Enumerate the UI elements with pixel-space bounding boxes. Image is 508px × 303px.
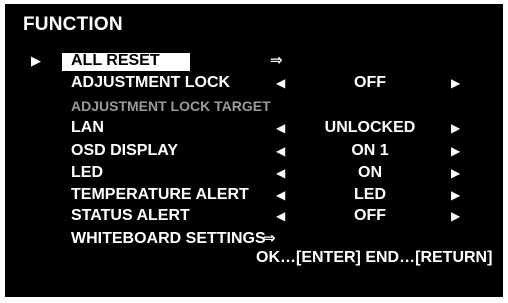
left-arrow-icon[interactable]: ◀ xyxy=(276,73,285,93)
right-arrow-icon[interactable]: ▶ xyxy=(451,141,460,161)
selection-cursor-icon: ▶ xyxy=(31,53,41,68)
menu-item-lan[interactable]: LAN ◀ UNLOCKED ▶ xyxy=(5,118,503,138)
menu-item-value: ON 1 xyxy=(351,142,389,159)
left-arrow-icon[interactable]: ◀ xyxy=(276,206,285,226)
menu-item-osd-display[interactable]: OSD DISPLAY ◀ ON 1 ▶ xyxy=(5,141,503,161)
menu-item-value: UNLOCKED xyxy=(324,119,416,136)
right-arrow-icon[interactable]: ▶ xyxy=(451,185,460,205)
menu-item-label: WHITEBOARD SETTINGS xyxy=(71,230,266,247)
right-arrow-icon[interactable]: ▶ xyxy=(451,163,460,183)
menu-item-adjustment-lock[interactable]: ADJUSTMENT LOCK ◀ OFF ▶ xyxy=(5,73,503,93)
menu-item-label: LED xyxy=(71,164,103,181)
menu-item-label: ADJUSTMENT LOCK xyxy=(71,74,231,91)
right-arrow-icon[interactable]: ▶ xyxy=(451,118,460,138)
menu-item-label: LAN xyxy=(71,119,104,136)
menu-item-value: OFF xyxy=(354,207,386,224)
menu-item-temperature-alert[interactable]: TEMPERATURE ALERT ◀ LED ▶ xyxy=(5,185,503,205)
menu-item-label: ALL RESET xyxy=(71,52,160,69)
menu-item-value: LED xyxy=(354,186,386,203)
menu-item-status-alert[interactable]: STATUS ALERT ◀ OFF ▶ xyxy=(5,206,503,226)
enter-arrow-icon[interactable]: ⇒ xyxy=(270,51,283,71)
key-hint-footer: OK…[ENTER] END…[RETURN] xyxy=(256,249,493,266)
right-arrow-icon[interactable]: ▶ xyxy=(451,206,460,226)
menu-title: FUNCTION xyxy=(23,14,123,35)
menu-item-value: OFF xyxy=(354,74,386,91)
left-arrow-icon[interactable]: ◀ xyxy=(276,163,285,183)
menu-item-label: ADJUSTMENT LOCK TARGET xyxy=(71,98,271,114)
menu-item-adjustment-lock-target: ADJUSTMENT LOCK TARGET xyxy=(5,96,503,116)
menu-item-label: OSD DISPLAY xyxy=(71,142,178,159)
menu-item-led[interactable]: LED ◀ ON ▶ xyxy=(5,163,503,183)
menu-item-label: STATUS ALERT xyxy=(71,207,190,224)
menu-item-whiteboard-settings[interactable]: WHITEBOARD SETTINGS ⇒ xyxy=(5,229,503,249)
menu-item-value: ON xyxy=(358,164,382,181)
left-arrow-icon[interactable]: ◀ xyxy=(276,118,285,138)
osd-menu: FUNCTION ▶ ALL RESET ⇒ ADJUSTMENT LOCK ◀… xyxy=(5,4,503,297)
left-arrow-icon[interactable]: ◀ xyxy=(276,141,285,161)
right-arrow-icon[interactable]: ▶ xyxy=(451,73,460,93)
menu-item-label: TEMPERATURE ALERT xyxy=(71,186,249,203)
menu-item-all-reset[interactable]: ▶ ALL RESET ⇒ xyxy=(5,51,503,71)
enter-arrow-icon[interactable]: ⇒ xyxy=(263,229,276,249)
left-arrow-icon[interactable]: ◀ xyxy=(276,185,285,205)
